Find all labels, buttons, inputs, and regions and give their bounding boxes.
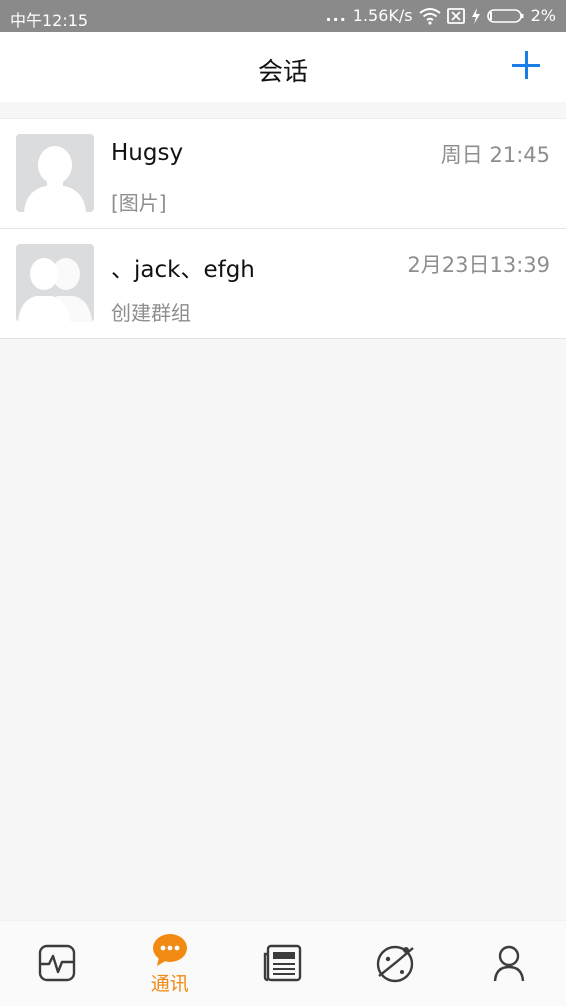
activity-icon [38, 944, 75, 982]
network-speed: 1.56K/s [352, 6, 413, 25]
conversation-last-message: [图片] [111, 191, 167, 215]
conversation-last-message: 创建群组 [111, 301, 191, 325]
conversation-name: Hugsy [111, 140, 184, 166]
battery-percent: 2% [530, 6, 556, 25]
tab-profile[interactable] [453, 921, 566, 1006]
profile-icon [494, 945, 525, 982]
tab-activity[interactable] [0, 921, 113, 1006]
status-indicators: ... 1.56K/s 2% [326, 6, 556, 25]
battery-icon [486, 8, 524, 23]
charging-icon [471, 7, 480, 24]
tab-label-messages: 通讯 [150, 973, 189, 995]
planet-icon [377, 945, 414, 983]
status-time: 中午12:15 [10, 11, 89, 30]
conversation-list: Hugsy 周日 21:45 [图片] 、jack、efgh 2月23日13:3… [0, 118, 566, 339]
tab-messages[interactable]: 通讯 [113, 921, 226, 1006]
conversation-item[interactable]: 、jack、efgh 2月23日13:39 创建群组 [0, 229, 566, 339]
single-user-avatar-icon [16, 134, 94, 212]
conversation-time: 周日 21:45 [440, 143, 550, 167]
chat-bubble-icon [152, 934, 187, 966]
tab-discover[interactable] [340, 921, 453, 1006]
status-bar: 中午12:15 ... 1.56K/s 2% [0, 0, 566, 32]
conversation-time: 2月23日13:39 [407, 253, 550, 277]
conversation-item[interactable]: Hugsy 周日 21:45 [图片] [0, 119, 566, 229]
conversation-name: 、jack、efgh [111, 257, 255, 283]
page-title: 会话 [257, 57, 308, 86]
app-header: 会话 [0, 32, 566, 102]
wifi-icon [418, 7, 441, 25]
more-dots: ... [325, 6, 347, 25]
news-icon [263, 944, 302, 982]
tab-news[interactable] [226, 921, 339, 1006]
group-avatar-icon [16, 244, 94, 322]
bottom-tab-bar: 通讯 [0, 920, 566, 1006]
no-sim-icon [446, 7, 465, 24]
plus-icon[interactable] [512, 50, 544, 82]
